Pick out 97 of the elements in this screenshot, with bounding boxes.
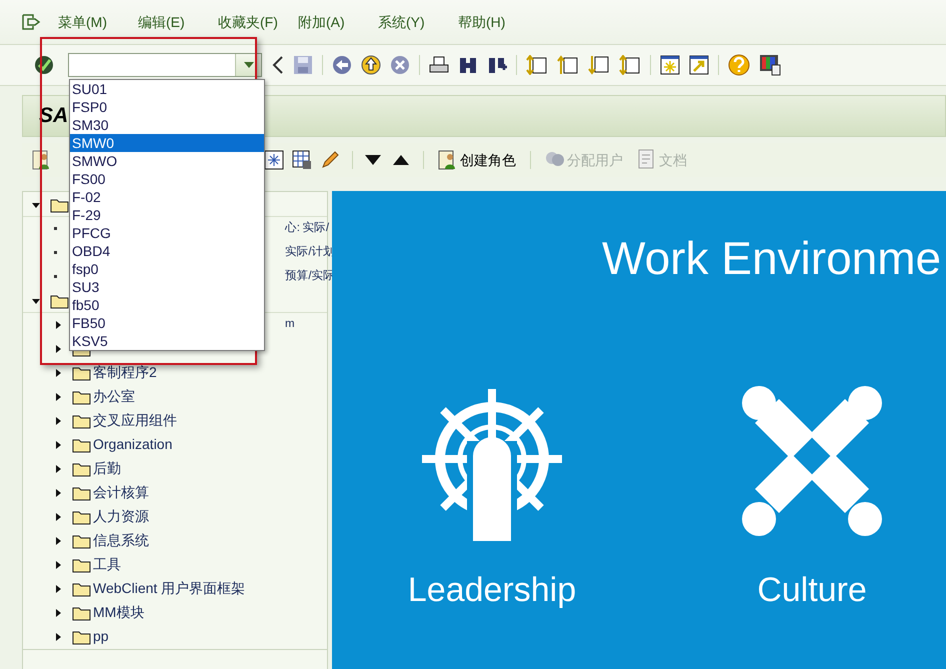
banner-title: Work Environme	[602, 231, 942, 286]
find-icon[interactable]	[458, 55, 478, 75]
tile-label[interactable]: Leadership	[408, 565, 576, 616]
tree-node[interactable]: m	[285, 316, 294, 334]
expand-arrow-icon[interactable]	[54, 560, 62, 568]
folder-icon	[72, 364, 91, 380]
role-icon	[438, 149, 458, 171]
folder-icon	[72, 532, 91, 548]
history-item[interactable]: SM30	[70, 116, 264, 134]
expand-arrow-icon[interactable]	[32, 296, 40, 304]
bullet-icon	[54, 275, 57, 278]
menu-item[interactable]: 收藏夹(F)	[218, 12, 298, 32]
down-triangle-icon[interactable]	[365, 155, 381, 165]
tree-node[interactable]: WebClient 用户界面框架	[93, 578, 246, 599]
next-page-icon[interactable]	[588, 55, 610, 75]
menu-item[interactable]: 菜单(M)	[58, 12, 138, 32]
expand-arrow-icon[interactable]	[54, 440, 62, 448]
history-item[interactable]: SU3	[70, 278, 264, 296]
folder-icon	[72, 508, 91, 524]
print-icon[interactable]	[429, 55, 449, 75]
history-item[interactable]: PFCG	[70, 224, 264, 242]
expand-arrow-icon[interactable]	[54, 488, 62, 496]
menu-item[interactable]: 附加(A)	[298, 12, 378, 32]
caret-icon	[244, 62, 254, 68]
history-item[interactable]: FB50	[70, 314, 264, 332]
folder-icon	[72, 580, 91, 596]
table-icon[interactable]	[292, 150, 312, 170]
folder-icon	[72, 556, 91, 572]
new-window-icon[interactable]	[660, 55, 680, 75]
folder-icon	[72, 412, 91, 428]
history-item[interactable]: fb50	[70, 296, 264, 314]
tree-node[interactable]: 客制程序2	[93, 362, 157, 383]
expand-arrow-icon[interactable]	[54, 608, 62, 616]
bullet-icon	[54, 251, 57, 254]
dropdown-button[interactable]	[235, 54, 261, 76]
history-item[interactable]: FSP0	[70, 98, 264, 116]
tree-node[interactable]: pp	[93, 626, 109, 647]
toolbar-button[interactable]: 创建角色	[438, 149, 516, 171]
tree-node[interactable]: 工具	[93, 554, 121, 575]
folder-icon	[72, 436, 91, 452]
folder-icon	[50, 196, 69, 212]
expand-arrow-icon[interactable]	[54, 632, 62, 640]
expand-arrow-icon[interactable]	[54, 536, 62, 544]
history-item[interactable]: KSV5	[70, 332, 264, 350]
bullet-icon	[54, 227, 57, 230]
command-field[interactable]	[68, 53, 262, 77]
tree-node[interactable]: 交叉应用组件	[93, 410, 177, 431]
tree-node[interactable]: 办公室	[93, 386, 135, 407]
first-page-icon[interactable]	[526, 55, 548, 75]
expand-arrow-icon[interactable]	[54, 320, 62, 328]
save-icon[interactable]	[293, 55, 313, 75]
back-icon[interactable]	[332, 55, 352, 75]
folder-icon	[72, 388, 91, 404]
menu-icon[interactable]	[22, 14, 41, 30]
history-item[interactable]: SMWO	[70, 152, 264, 170]
tree-node[interactable]: 人力资源	[93, 506, 149, 527]
history-item[interactable]: F-02	[70, 188, 264, 206]
last-page-icon[interactable]	[619, 55, 641, 75]
history-item[interactable]: fsp0	[70, 260, 264, 278]
tree-node[interactable]: 会计核算	[93, 482, 149, 503]
folder-icon	[72, 460, 91, 476]
folder-icon	[50, 292, 69, 308]
pencil-icon[interactable]	[320, 150, 340, 170]
tree-node[interactable]: 后勤	[93, 458, 121, 479]
layout-icon[interactable]	[759, 54, 781, 76]
up-icon[interactable]	[361, 55, 381, 75]
tree-node[interactable]: MM模块	[93, 602, 144, 623]
expand-arrow-icon[interactable]	[54, 392, 62, 400]
find-next-icon[interactable]	[487, 55, 507, 75]
expand-arrow-icon[interactable]	[54, 344, 62, 352]
expand-arrow-icon[interactable]	[32, 200, 40, 208]
shortcut-icon[interactable]	[689, 55, 709, 75]
menu-item[interactable]: 编辑(E)	[138, 12, 218, 32]
tree-node[interactable]: 心: 实际/	[285, 220, 329, 238]
tile-label[interactable]: Culture	[757, 565, 867, 616]
menu-item[interactable]: 系统(Y)	[378, 12, 458, 32]
help-icon[interactable]	[728, 54, 750, 76]
tree-node[interactable]: Organization	[93, 434, 172, 455]
up-triangle-icon[interactable]	[393, 155, 409, 165]
history-item[interactable]: F-29	[70, 206, 264, 224]
menu-item[interactable]: 帮助(H)	[458, 12, 538, 32]
history-item[interactable]: FS00	[70, 170, 264, 188]
previous-page-icon[interactable]	[557, 55, 579, 75]
expand-arrow-icon[interactable]	[54, 512, 62, 520]
expand-arrow-icon[interactable]	[54, 464, 62, 472]
history-item[interactable]: SMW0	[70, 134, 264, 152]
folder-icon	[72, 604, 91, 620]
confirm-icon[interactable]	[34, 55, 54, 75]
expand-arrow-icon[interactable]	[54, 368, 62, 376]
cancel-icon[interactable]	[390, 55, 410, 75]
expand-arrow-icon[interactable]	[54, 584, 62, 592]
folder-icon	[72, 628, 91, 644]
folder-icon	[72, 484, 91, 500]
tree-node[interactable]: 信息系统	[93, 530, 149, 551]
expand-arrow-icon[interactable]	[54, 416, 62, 424]
history-item[interactable]: OBD4	[70, 242, 264, 260]
history-item[interactable]: SU01	[70, 80, 264, 98]
